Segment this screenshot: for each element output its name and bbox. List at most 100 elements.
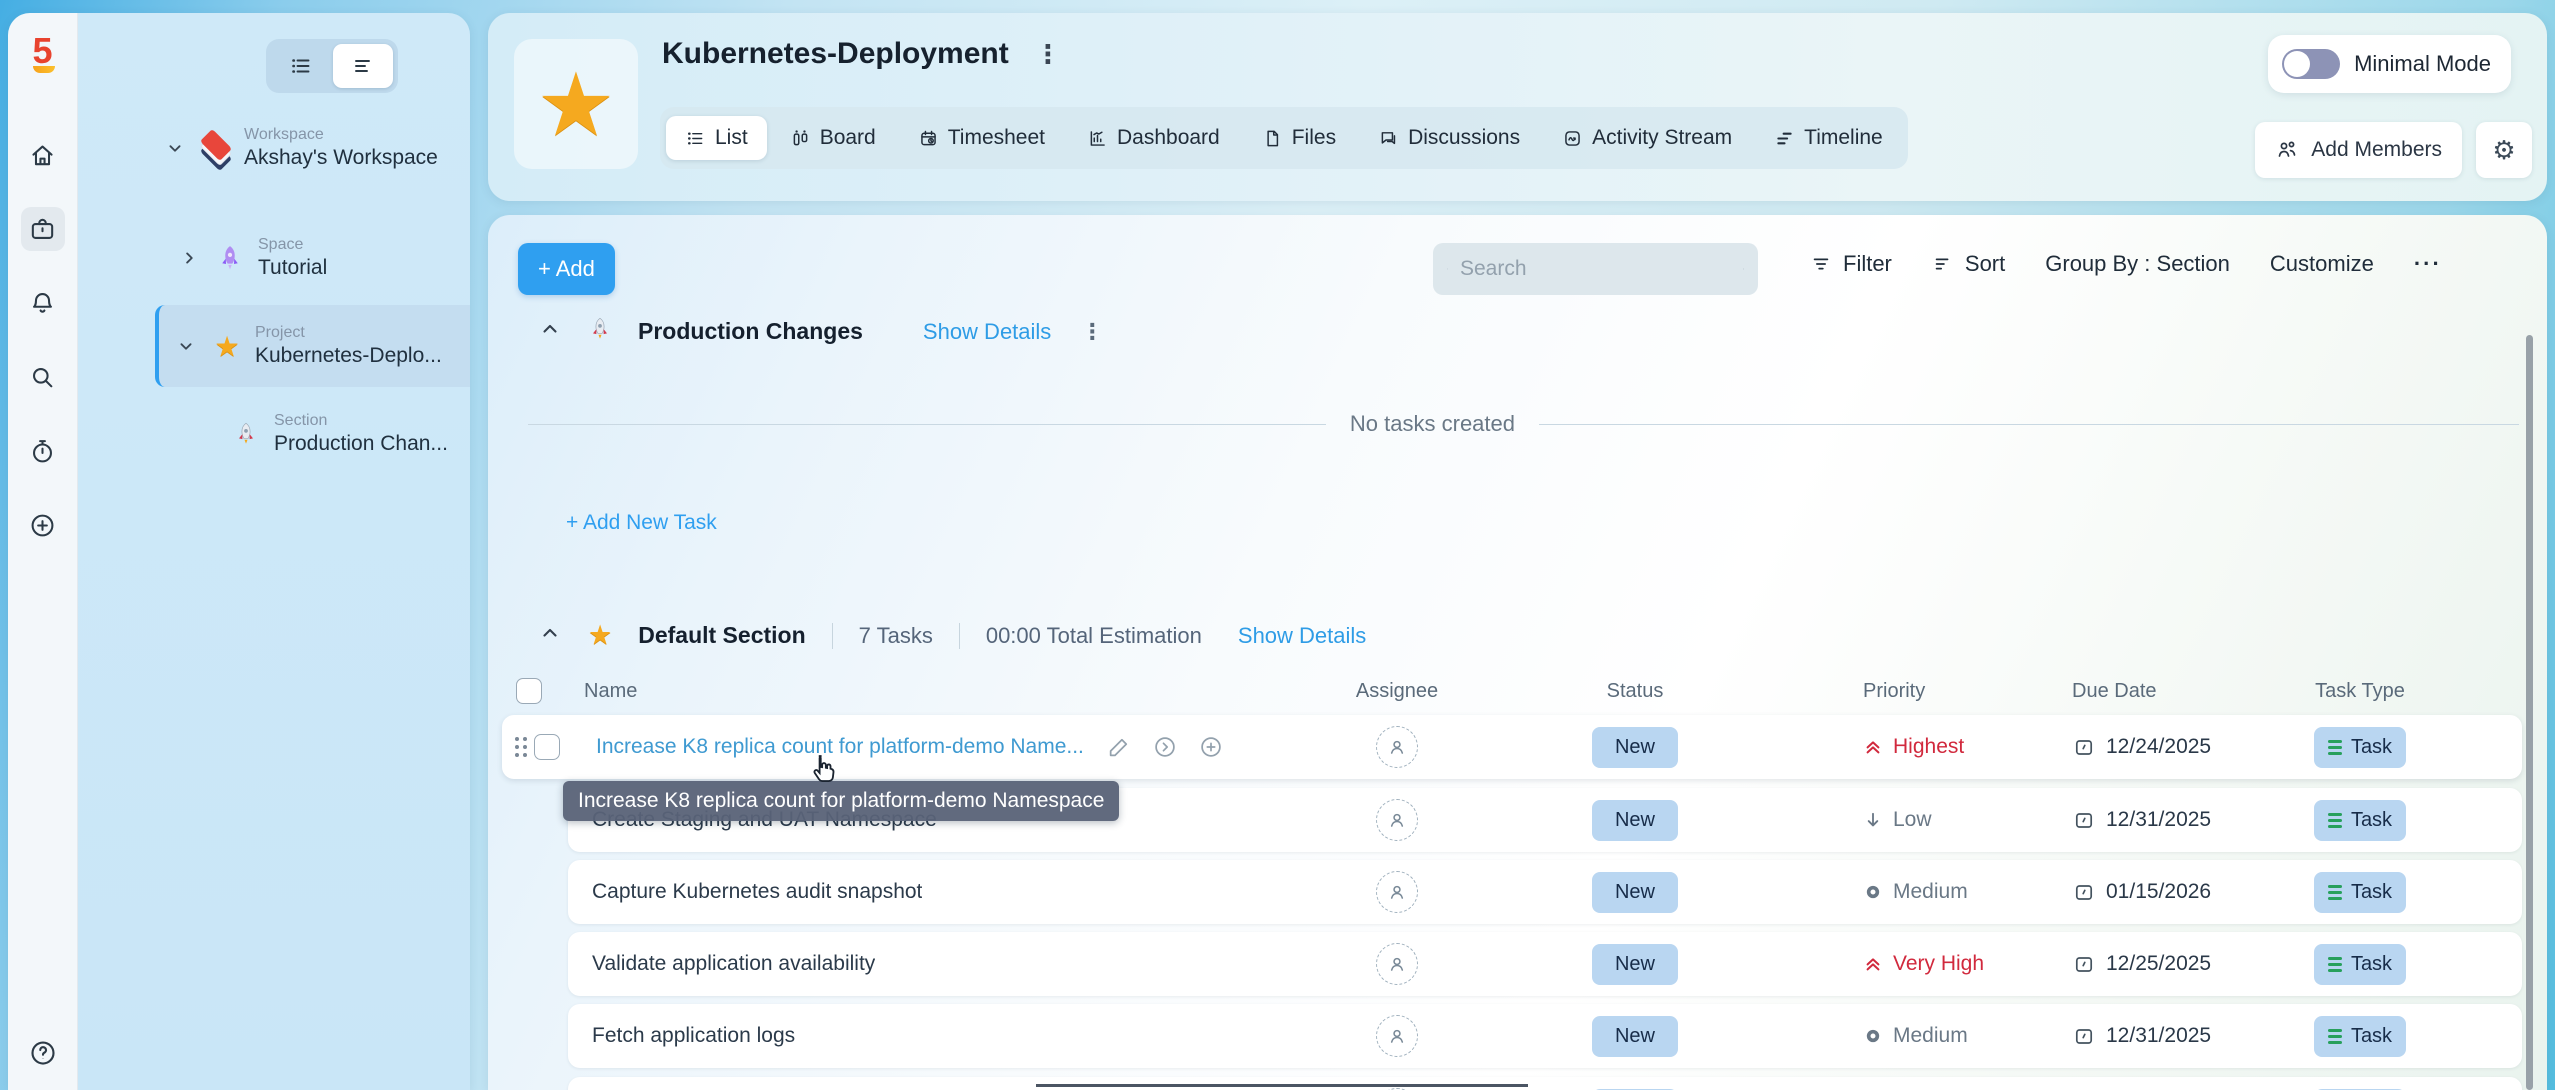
priority-medium-icon xyxy=(1863,1026,1883,1046)
tab-dashboard[interactable]: Dashboard xyxy=(1068,116,1239,160)
page-title: Kubernetes-Deployment xyxy=(662,37,1009,71)
priority-cell[interactable]: Medium xyxy=(1863,880,1968,904)
sidebar-item-section[interactable]: Section Production Chan... xyxy=(228,411,448,457)
add-subtask-icon[interactable] xyxy=(1198,734,1224,760)
table-row[interactable]: Capture Kubernetes audit snapshot New Me… xyxy=(568,860,2522,924)
section-menu-icon[interactable]: ⋮ xyxy=(1081,319,1104,345)
task-type-badge[interactable]: Task xyxy=(2314,944,2406,985)
sidebar-item-workspace[interactable]: Workspace Akshay's Workspace xyxy=(164,125,438,171)
task-type-badge[interactable]: Task xyxy=(2314,727,2406,768)
priority-low-icon xyxy=(1863,810,1883,830)
column-header-status[interactable]: Status xyxy=(1482,680,1788,703)
status-badge[interactable]: New xyxy=(1592,727,1678,768)
priority-cell[interactable]: Very High xyxy=(1863,952,1984,976)
sidebar-item-space[interactable]: Space Tutorial xyxy=(178,235,327,281)
help-icon[interactable] xyxy=(8,1038,77,1068)
due-date-cell[interactable]: 01/15/2026 xyxy=(2072,880,2211,904)
gear-icon[interactable]: ⚙ xyxy=(2476,122,2532,178)
sidebar-view-toggle xyxy=(266,39,398,93)
tab-files[interactable]: Files xyxy=(1243,116,1355,160)
tab-timeline[interactable]: Timeline xyxy=(1755,116,1902,160)
table-row[interactable]: Fetch application logs New Medium 12/31/… xyxy=(568,1004,2522,1068)
column-header-task-type[interactable]: Task Type xyxy=(2278,680,2522,703)
assignee-avatar[interactable] xyxy=(1376,726,1418,768)
tab-timesheet[interactable]: Timesheet xyxy=(899,116,1064,160)
column-header-priority[interactable]: Priority xyxy=(1788,680,2048,703)
section-title: Default Section xyxy=(638,622,805,649)
search-input[interactable] xyxy=(1460,257,1731,281)
open-task-icon[interactable] xyxy=(1152,734,1178,760)
column-header-assignee[interactable]: Assignee xyxy=(1312,680,1482,703)
due-date-cell[interactable]: 12/25/2025 xyxy=(2072,952,2211,976)
assignee-avatar[interactable] xyxy=(1376,799,1418,841)
show-details-link[interactable]: Show Details xyxy=(923,319,1051,345)
item-kind-label: Workspace xyxy=(244,125,438,145)
tab-activity-stream[interactable]: Activity Stream xyxy=(1543,116,1751,160)
timeline-icon xyxy=(1774,128,1795,149)
drag-handle[interactable] xyxy=(508,737,534,757)
project-menu-icon[interactable]: ⋮ xyxy=(1035,39,1062,70)
section-title: Production Changes xyxy=(638,318,863,345)
task-type-badge[interactable]: Task xyxy=(2314,872,2406,913)
edit-pencil-icon[interactable] xyxy=(1106,734,1132,760)
assignee-avatar[interactable] xyxy=(1376,1015,1418,1057)
detail-view-icon[interactable] xyxy=(333,44,393,88)
brand-logo[interactable]: 5 xyxy=(32,33,52,69)
table-row[interactable]: Increase K8 replica count for platform-d… xyxy=(502,715,2522,779)
collapse-section-icon[interactable] xyxy=(538,621,562,650)
show-details-link[interactable]: Show Details xyxy=(1238,623,1366,649)
assignee-avatar[interactable] xyxy=(1376,943,1418,985)
column-header-due-date[interactable]: Due Date xyxy=(2048,680,2278,703)
assignee-avatar[interactable] xyxy=(1376,871,1418,913)
group-by-button[interactable]: Group By : Section xyxy=(2045,251,2230,277)
briefcase-projects-icon[interactable] xyxy=(21,207,65,251)
task-type-badge[interactable]: Task xyxy=(2314,1016,2406,1057)
add-members-button[interactable]: Add Members xyxy=(2255,122,2462,178)
column-header-name[interactable]: Name xyxy=(560,680,1312,703)
task-type-badge[interactable]: Task xyxy=(2314,800,2406,841)
search-icon[interactable] xyxy=(21,355,65,399)
priority-cell[interactable]: Medium xyxy=(1863,1024,1968,1048)
due-date-cell[interactable]: 12/24/2025 xyxy=(2072,735,2211,759)
priority-cell[interactable]: Low xyxy=(1863,808,1932,832)
due-date-cell[interactable]: 12/31/2025 xyxy=(2072,808,2211,832)
list-view-icon[interactable] xyxy=(271,44,331,88)
tab-discussions[interactable]: Discussions xyxy=(1359,116,1539,160)
more-options-icon[interactable]: ··· xyxy=(2414,251,2442,277)
task-name[interactable]: Capture Kubernetes audit snapshot xyxy=(592,880,922,904)
task-list-icon xyxy=(2328,885,2342,900)
minimal-mode-toggle[interactable] xyxy=(2282,49,2340,79)
timer-icon[interactable] xyxy=(21,429,65,473)
status-badge[interactable]: New xyxy=(1592,944,1678,985)
due-date-cell[interactable]: 12/31/2025 xyxy=(2072,1024,2211,1048)
tab-board[interactable]: Board xyxy=(771,116,895,160)
plus-circle-icon[interactable] xyxy=(21,503,65,547)
sort-button[interactable]: Sort xyxy=(1932,251,2005,277)
priority-cell[interactable]: Highest xyxy=(1863,735,1964,759)
status-badge[interactable]: New xyxy=(1592,800,1678,841)
task-name[interactable]: Validate application availability xyxy=(592,952,875,976)
project-avatar[interactable]: ★ xyxy=(514,39,638,169)
table-header: Name Assignee Status Priority Due Date T… xyxy=(516,670,2522,712)
add-new-task-link[interactable]: + Add New Task xyxy=(566,511,717,535)
workspace-name: Akshay's Workspace xyxy=(244,145,438,171)
table-row-partial[interactable]: New Task xyxy=(568,1077,2522,1090)
task-name[interactable]: Fetch application logs xyxy=(592,1024,795,1048)
sidebar-item-project-selected[interactable]: ★ Project Kubernetes-Deplo... xyxy=(155,305,470,387)
collapse-section-icon[interactable] xyxy=(538,317,562,346)
row-checkbox[interactable] xyxy=(534,734,560,760)
add-task-button[interactable]: + Add xyxy=(518,243,615,295)
customize-button[interactable]: Customize xyxy=(2270,251,2374,277)
vertical-scrollbar[interactable] xyxy=(2526,335,2533,1090)
bell-icon[interactable] xyxy=(21,281,65,325)
select-all-checkbox[interactable] xyxy=(516,678,542,704)
task-name-tooltip: Increase K8 replica count for platform-d… xyxy=(563,781,1119,821)
home-icon[interactable] xyxy=(21,133,65,177)
empty-state: No tasks created xyxy=(528,411,2519,437)
search-icon xyxy=(1447,258,1448,280)
status-badge[interactable]: New xyxy=(1592,1016,1678,1057)
tab-list[interactable]: List xyxy=(666,116,767,160)
status-badge[interactable]: New xyxy=(1592,872,1678,913)
table-row[interactable]: Validate application availability New Ve… xyxy=(568,932,2522,996)
filter-button[interactable]: Filter xyxy=(1810,251,1892,277)
